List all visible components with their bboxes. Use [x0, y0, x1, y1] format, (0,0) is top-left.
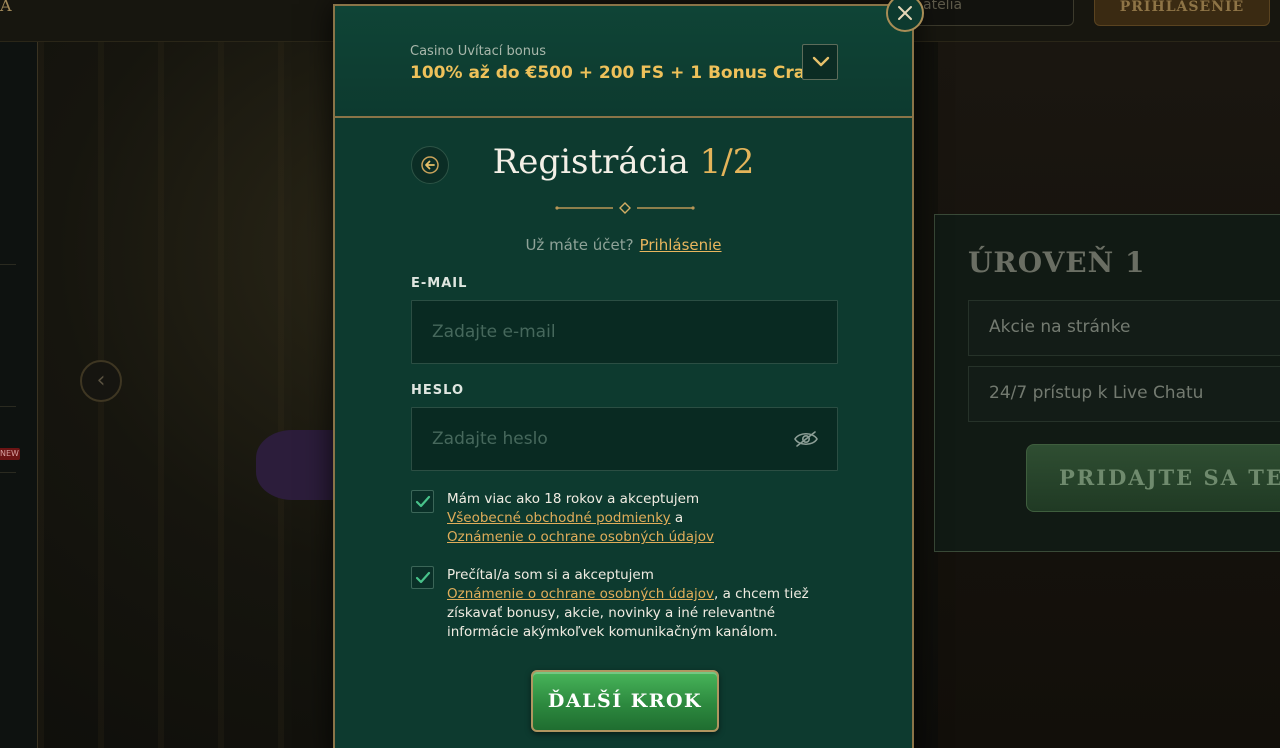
level-benefit-item: 24/7 prístup k Live Chatu: [968, 366, 1280, 422]
bonus-label: Casino Uvítací bonus: [410, 44, 546, 59]
consent-text: Prečítal/a som si a akceptujem: [447, 567, 654, 583]
sidebar-divider: [0, 406, 16, 407]
marketing-consent-text: Prečítal/a som si a akceptujem Oznámenie…: [447, 566, 847, 642]
privacy-notice-link[interactable]: Oznámenie o ochrane osobných údajov: [447, 529, 714, 545]
chevron-down-icon: [812, 56, 830, 67]
age-terms-consent-text: Mám viac ako 18 rokov a akceptujem Všeob…: [447, 490, 847, 547]
level-title: ÚROVEŇ 1: [968, 246, 1146, 279]
marketing-consent-checkbox[interactable]: [411, 566, 434, 589]
title-divider-ornament: [555, 202, 695, 214]
consent-text: Mám viac ako 18 rokov a akceptujem: [447, 491, 700, 507]
password-field[interactable]: [411, 407, 838, 471]
next-step-button[interactable]: ĎALŠÍ KROK: [531, 670, 719, 732]
bonus-title: 100% až do €500 + 200 FS + 1 Bonus Crab: [410, 63, 818, 83]
join-now-button: PRIDAJTE SA TERAZ: [1026, 444, 1280, 512]
sidebar-divider: [0, 472, 16, 473]
terms-link[interactable]: Všeobecné obchodné podmienky: [447, 510, 671, 526]
left-sidebar: [0, 42, 38, 748]
step-indicator: 1/2: [699, 142, 755, 182]
new-badge: NEW: [0, 448, 20, 460]
level-benefit-item: Akcie na stránke: [968, 300, 1280, 356]
search-input: atelia: [900, 0, 1074, 26]
has-account-row: Už máte účet? Prihlásenie: [335, 236, 912, 254]
privacy-notice-link[interactable]: Oznámenie o ochrane osobných údajov: [447, 586, 714, 602]
sidebar-divider: [0, 264, 16, 265]
password-label: HESLO: [411, 383, 464, 398]
page-title: Registrácia 1/2: [335, 142, 912, 182]
age-terms-checkbox[interactable]: [411, 490, 434, 513]
page-title-text: Registrácia: [492, 142, 689, 182]
checkmark-icon: [415, 495, 431, 508]
eye-slash-icon[interactable]: [793, 430, 819, 448]
site-logo-fragment: A: [0, 0, 12, 15]
email-label: E-MAIL: [411, 276, 468, 291]
consent-text: a: [670, 510, 684, 526]
has-account-text: Už máte účet?: [525, 236, 634, 254]
login-link[interactable]: Prihlásenie: [640, 236, 722, 254]
registration-modal: Casino Uvítací bonus 100% až do €500 + 2…: [333, 4, 914, 748]
welcome-bonus-header[interactable]: Casino Uvítací bonus 100% až do €500 + 2…: [335, 6, 912, 118]
bonus-expand-button[interactable]: [802, 44, 838, 80]
checkmark-icon: [415, 571, 431, 584]
carousel-prev-icon: ‹: [80, 360, 122, 402]
email-field[interactable]: [411, 300, 838, 364]
login-button: PRIHLÁSENIE: [1094, 0, 1270, 26]
close-icon: [898, 6, 912, 20]
